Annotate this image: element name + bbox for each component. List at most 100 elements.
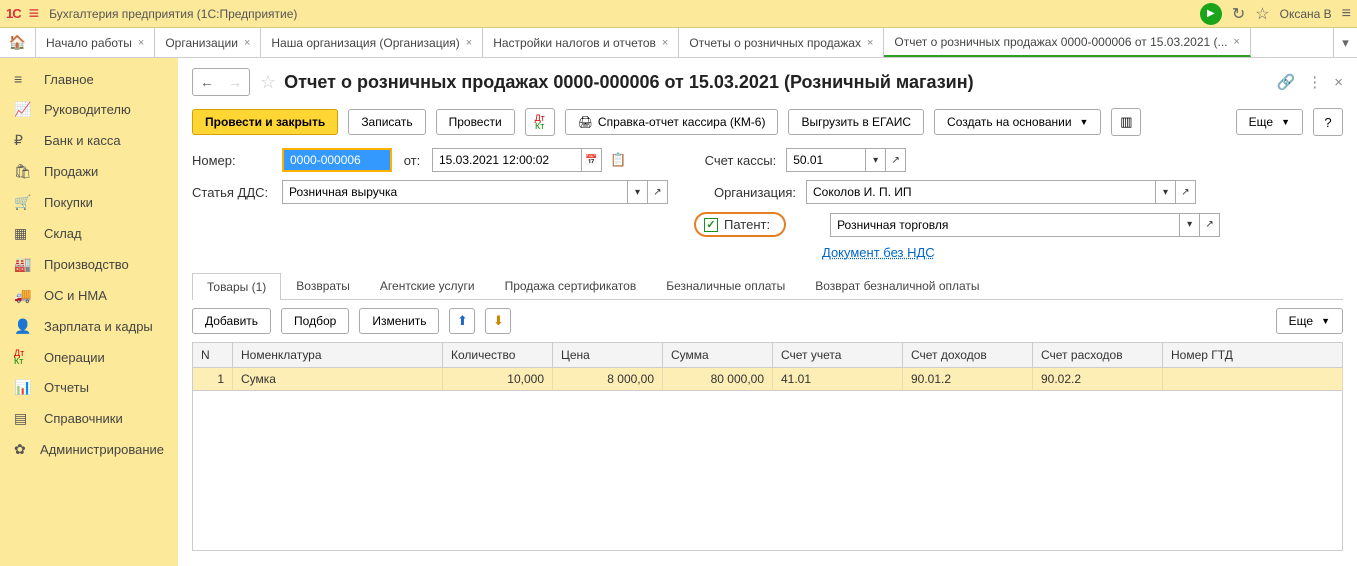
table-more-button[interactable]: Еще▼ — [1276, 308, 1343, 334]
sidebar: ≡Главное 📈Руководителю ₽Банк и касса 🛍Пр… — [0, 58, 178, 566]
tab-retail-reports[interactable]: Отчеты о розничных продажах× — [679, 28, 884, 57]
open-icon[interactable]: ↗ — [886, 148, 906, 172]
sidebar-item-warehouse[interactable]: ▦Склад — [0, 218, 178, 249]
create-basis-button[interactable]: Создать на основании▼ — [934, 109, 1101, 135]
history-icon[interactable]: ↻ — [1232, 4, 1245, 24]
statya-dds-label: Статья ДДС: — [192, 185, 282, 200]
nav-back-button[interactable]: ← — [193, 69, 221, 95]
tab-certs[interactable]: Продажа сертификатов — [490, 272, 652, 299]
sidebar-item-production[interactable]: 🏭Производство — [0, 249, 178, 280]
sidebar-item-purchases[interactable]: 🛒Покупки — [0, 187, 178, 218]
tab-agent[interactable]: Агентские услуги — [365, 272, 490, 299]
col-exp[interactable]: Счет расходов — [1033, 343, 1163, 368]
truck-icon: 🚚 — [14, 287, 34, 304]
col-sum[interactable]: Сумма — [663, 343, 773, 368]
select-button[interactable]: Подбор — [281, 308, 349, 334]
user-menu-icon[interactable]: ≡ — [1342, 5, 1351, 23]
col-acc[interactable]: Счет учета — [773, 343, 903, 368]
change-button[interactable]: Изменить — [359, 308, 439, 334]
star-icon[interactable]: ☆ — [1255, 4, 1269, 24]
close-icon[interactable]: × — [466, 37, 472, 49]
nav-forward-button[interactable]: → — [221, 69, 249, 95]
patent-input[interactable] — [830, 213, 1180, 237]
number-input[interactable] — [282, 148, 392, 172]
open-icon[interactable]: ↗ — [1200, 213, 1220, 237]
col-nomenclature[interactable]: Номенклатура — [233, 343, 443, 368]
doc-inner-tabs: Товары (1) Возвраты Агентские услуги Про… — [192, 272, 1343, 300]
close-doc-icon[interactable]: × — [1334, 74, 1343, 91]
schet-kassy-label: Счет кассы: — [686, 153, 786, 168]
nds-link[interactable]: Документ без НДС — [822, 245, 935, 260]
more-vert-icon[interactable]: ⋮ — [1307, 73, 1322, 91]
dropdown-icon[interactable]: ▾ — [1156, 180, 1176, 204]
date-input[interactable] — [432, 148, 582, 172]
post-and-close-button[interactable]: Провести и закрыть — [192, 109, 338, 135]
open-icon[interactable]: ↗ — [648, 180, 668, 204]
tab-returns[interactable]: Возвраты — [281, 272, 365, 299]
col-income[interactable]: Счет доходов — [903, 343, 1033, 368]
link-icon[interactable]: 🔗 — [1277, 73, 1296, 91]
help-button[interactable]: ? — [1313, 108, 1343, 136]
sidebar-item-operations[interactable]: ДтКтОперации — [0, 342, 178, 372]
move-down-button[interactable]: ⬇ — [485, 308, 511, 334]
dropdown-icon[interactable]: ▾ — [866, 148, 886, 172]
statya-dds-input[interactable] — [282, 180, 628, 204]
tab-cashless-return[interactable]: Возврат безналичной оплаты — [800, 272, 994, 299]
post-button[interactable]: Провести — [436, 109, 515, 135]
close-icon[interactable]: × — [867, 37, 873, 49]
close-icon[interactable]: × — [138, 37, 144, 49]
structure-button[interactable]: ▥ — [1111, 108, 1141, 136]
home-tab[interactable]: 🏠 — [0, 28, 36, 57]
user-name[interactable]: Оксана В — [1280, 7, 1332, 21]
goods-table: N Номенклатура Количество Цена Сумма Сче… — [192, 342, 1343, 391]
nav-buttons: ← → — [192, 68, 250, 96]
move-up-button[interactable]: ⬆ — [449, 308, 475, 334]
close-icon[interactable]: × — [244, 37, 250, 49]
sidebar-item-reports[interactable]: 📊Отчеты — [0, 372, 178, 403]
sidebar-item-bank[interactable]: ₽Банк и касса — [0, 125, 178, 156]
sidebar-item-main[interactable]: ≡Главное — [0, 64, 178, 94]
favorite-icon[interactable]: ☆ — [260, 72, 276, 93]
open-icon[interactable]: ↗ — [1176, 180, 1196, 204]
tab-start[interactable]: Начало работы× — [36, 28, 155, 57]
col-price[interactable]: Цена — [553, 343, 663, 368]
tab-tax-settings[interactable]: Настройки налогов и отчетов× — [483, 28, 679, 57]
tab-cashless[interactable]: Безналичные оплаты — [651, 272, 800, 299]
schet-kassy-input[interactable] — [786, 148, 866, 172]
dropdown-icon[interactable]: ▾ — [1180, 213, 1200, 237]
calendar-icon[interactable]: 📅 — [582, 148, 602, 172]
tab-retail-report-doc[interactable]: Отчет о розничных продажах 0000-000006 о… — [884, 28, 1251, 57]
sidebar-item-assets[interactable]: 🚚ОС и НМА — [0, 280, 178, 311]
record-button[interactable]: Записать — [348, 109, 425, 135]
refresh-icon[interactable]: 📋 — [610, 152, 626, 168]
sidebar-item-payroll[interactable]: 👤Зарплата и кадры — [0, 311, 178, 342]
col-n[interactable]: N — [193, 343, 233, 368]
doc-toolbar: Провести и закрыть Записать Провести ДтК… — [192, 108, 1343, 136]
factory-icon: 🏭 — [14, 256, 34, 273]
dropdown-icon[interactable]: ▾ — [628, 180, 648, 204]
table-toolbar: Добавить Подбор Изменить ⬆ ⬇ Еще▼ — [192, 300, 1343, 342]
play-icon[interactable]: ▶ — [1200, 3, 1222, 25]
more-button[interactable]: Еще▼ — [1236, 109, 1303, 135]
sidebar-item-catalogs[interactable]: ▤Справочники — [0, 403, 178, 434]
tab-goods[interactable]: Товары (1) — [192, 273, 281, 300]
sidebar-item-sales[interactable]: 🛍Продажи — [0, 156, 178, 187]
table-row[interactable]: 1 Сумка 10,000 8 000,00 80 000,00 41.01 … — [193, 368, 1343, 391]
close-icon[interactable]: × — [1234, 36, 1240, 48]
tab-overflow-icon[interactable]: ▾ — [1333, 28, 1357, 57]
close-icon[interactable]: × — [662, 37, 668, 49]
col-gtd[interactable]: Номер ГТД — [1163, 343, 1343, 368]
patent-checkbox[interactable]: ✓ — [704, 218, 718, 232]
sidebar-item-manager[interactable]: 📈Руководителю — [0, 94, 178, 125]
tab-orgs[interactable]: Организации× — [155, 28, 261, 57]
km6-button[interactable]: 🖨Справка-отчет кассира (КМ-6) — [565, 109, 779, 135]
sidebar-item-admin[interactable]: ✿Администрирование — [0, 434, 178, 465]
org-input[interactable] — [806, 180, 1156, 204]
col-qty[interactable]: Количество — [443, 343, 553, 368]
cart-icon: 🛒 — [14, 194, 34, 211]
menu-icon[interactable]: ≡ — [29, 3, 40, 24]
dtkt-button[interactable]: ДтКт — [525, 108, 555, 136]
tab-our-org[interactable]: Наша организация (Организация)× — [261, 28, 483, 57]
egais-button[interactable]: Выгрузить в ЕГАИС — [788, 109, 924, 135]
add-button[interactable]: Добавить — [192, 308, 271, 334]
